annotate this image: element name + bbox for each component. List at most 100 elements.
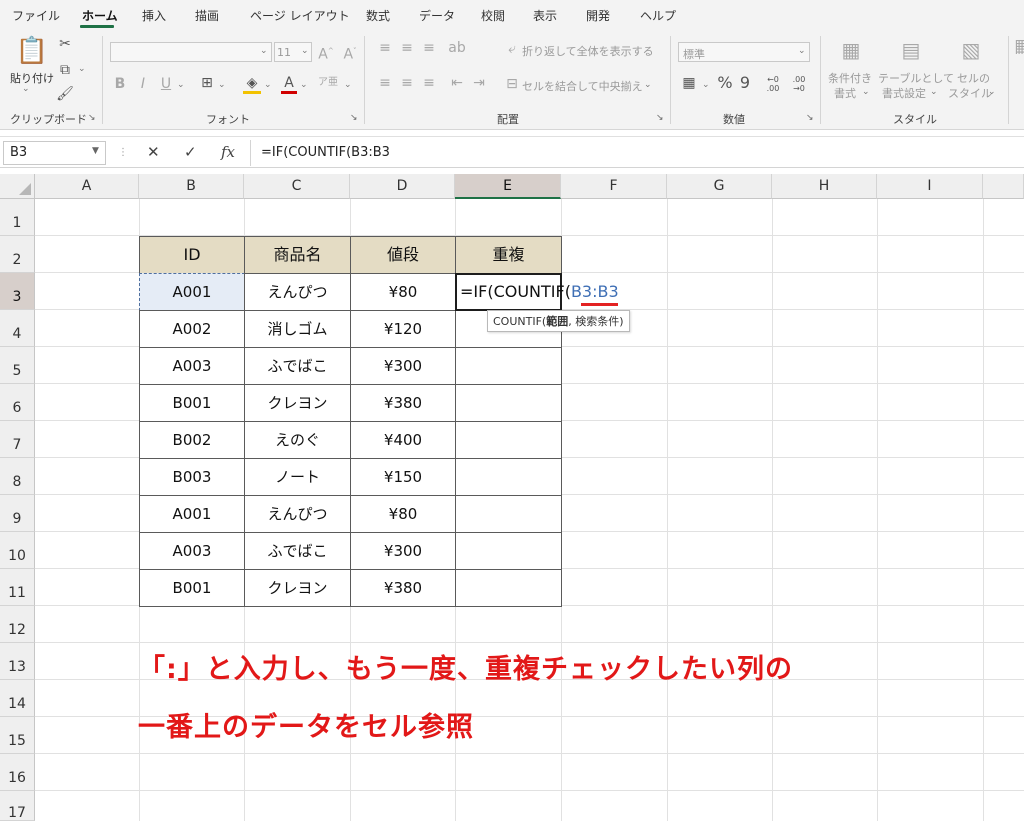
italic-icon[interactable]: I: [135, 76, 151, 92]
table-cell[interactable]: ¥380: [350, 384, 456, 422]
format-as-table-label-2[interactable]: 書式設定: [882, 85, 926, 101]
table-cell[interactable]: えのぐ: [244, 421, 351, 459]
tab-page-layout[interactable]: ページ レイアウト: [250, 7, 350, 24]
table-cell[interactable]: [455, 384, 562, 422]
column-header-a[interactable]: A: [35, 174, 139, 199]
paste-label[interactable]: 貼り付け: [10, 70, 54, 86]
column-header-e[interactable]: E: [455, 174, 561, 199]
cancel-icon[interactable]: ✕: [147, 143, 160, 161]
row-header-5[interactable]: 5: [0, 347, 35, 384]
align-top-icon[interactable]: ≡: [376, 40, 394, 56]
cell-styles-dropdown-icon[interactable]: ⌄: [988, 87, 996, 97]
formula-input[interactable]: =IF(COUNTIF(B3:B3: [250, 140, 1020, 166]
underline-icon[interactable]: U: [158, 76, 174, 92]
table-cell[interactable]: A003: [139, 532, 245, 570]
format-as-table-dropdown-icon[interactable]: ⌄: [930, 87, 938, 97]
table-cell[interactable]: ¥300: [350, 532, 456, 570]
row-header-16[interactable]: 16: [0, 754, 35, 791]
table-cell[interactable]: A002: [139, 310, 245, 348]
tab-data[interactable]: データ: [419, 7, 455, 24]
table-header-duplicate[interactable]: 重複: [455, 236, 562, 274]
font-name-chevron-icon[interactable]: ⌄: [260, 46, 268, 56]
row-header-8[interactable]: 8: [0, 458, 35, 495]
conditional-formatting-label-2[interactable]: 書式: [834, 85, 856, 101]
tab-file[interactable]: ファイル: [12, 7, 60, 24]
table-cell[interactable]: ¥80: [350, 273, 456, 311]
table-cell[interactable]: ¥150: [350, 458, 456, 496]
column-header-g[interactable]: G: [667, 174, 772, 199]
row-header-6[interactable]: 6: [0, 384, 35, 421]
row-header-9[interactable]: 9: [0, 495, 35, 532]
conditional-formatting-dropdown-icon[interactable]: ⌄: [862, 87, 870, 97]
referenced-cell-b3[interactable]: A001: [139, 273, 245, 311]
row-header-1[interactable]: 1: [0, 199, 35, 236]
fill-color-icon[interactable]: ◈: [243, 75, 261, 94]
font-size-chevron-icon[interactable]: ⌄: [301, 46, 309, 56]
copy-dropdown-icon[interactable]: ⌄: [78, 64, 86, 74]
name-box-dropdown-icon[interactable]: ▼: [92, 146, 99, 156]
cell-styles-label-2[interactable]: スタイル: [948, 85, 992, 101]
tab-draw[interactable]: 描画: [195, 7, 219, 24]
fill-color-dropdown-icon[interactable]: ⌄: [264, 80, 272, 90]
align-middle-icon[interactable]: ≡: [398, 40, 416, 56]
table-cell[interactable]: えんぴつ: [244, 495, 351, 533]
table-cell[interactable]: ふでばこ: [244, 347, 351, 385]
tab-help[interactable]: ヘルプ: [640, 7, 676, 24]
clipboard-launcher-icon[interactable]: ↘: [88, 113, 96, 123]
editing-cell-e3[interactable]: =IF(COUNTIF(B3:B3: [455, 273, 619, 311]
cut-icon[interactable]: ✂: [56, 36, 74, 52]
font-color-icon[interactable]: A: [281, 75, 297, 94]
column-header-f[interactable]: F: [561, 174, 667, 199]
row-header-10[interactable]: 10: [0, 532, 35, 569]
increase-decimal-icon[interactable]: ←0.00: [764, 75, 782, 93]
table-cell[interactable]: ノート: [244, 458, 351, 496]
table-cell[interactable]: ¥300: [350, 347, 456, 385]
table-header-product[interactable]: 商品名: [244, 236, 351, 274]
format-as-table-icon[interactable]: ▤: [898, 38, 924, 62]
table-cell[interactable]: [455, 347, 562, 385]
accounting-dropdown-icon[interactable]: ⌄: [702, 80, 710, 90]
copy-icon[interactable]: ⧉: [56, 62, 74, 78]
insert-cells-icon[interactable]: ▦: [1014, 38, 1024, 54]
number-launcher-icon[interactable]: ↘: [806, 113, 814, 123]
alignment-launcher-icon[interactable]: ↘: [656, 113, 664, 123]
table-header-price[interactable]: 値段: [350, 236, 456, 274]
tab-formulas[interactable]: 数式: [366, 7, 390, 24]
row-header-2[interactable]: 2: [0, 236, 35, 273]
format-as-table-label[interactable]: テーブルとして: [878, 70, 954, 86]
row-header-14[interactable]: 14: [0, 680, 35, 717]
accounting-format-icon[interactable]: ▦: [680, 75, 698, 91]
phonetic-dropdown-icon[interactable]: ⌄: [344, 80, 352, 90]
decrease-indent-icon[interactable]: ⇤: [448, 75, 466, 91]
tab-review[interactable]: 校閲: [481, 7, 505, 24]
table-cell[interactable]: ¥120: [350, 310, 456, 348]
table-cell[interactable]: ふでばこ: [244, 532, 351, 570]
cell-styles-label[interactable]: セルの: [957, 70, 990, 86]
paste-icon[interactable]: 📋: [14, 36, 50, 66]
tab-view[interactable]: 表示: [533, 7, 557, 24]
borders-icon[interactable]: ⊞: [198, 75, 216, 91]
row-header-13[interactable]: 13: [0, 643, 35, 680]
table-cell[interactable]: クレヨン: [244, 569, 351, 607]
align-center-icon[interactable]: ≡: [398, 75, 416, 91]
table-cell[interactable]: 消しゴム: [244, 310, 351, 348]
phonetic-icon[interactable]: ア亜: [318, 75, 338, 91]
table-cell[interactable]: えんぴつ: [244, 273, 351, 311]
paste-dropdown-icon[interactable]: ⌄: [22, 84, 30, 94]
tab-developer[interactable]: 開発: [586, 7, 610, 24]
percent-style-icon[interactable]: %: [716, 75, 734, 91]
column-header-c[interactable]: C: [244, 174, 350, 199]
table-cell[interactable]: [455, 458, 562, 496]
table-cell[interactable]: [455, 495, 562, 533]
decrease-decimal-icon[interactable]: .00 →0: [790, 75, 808, 93]
column-header-h[interactable]: H: [772, 174, 877, 199]
table-header-id[interactable]: ID: [139, 236, 245, 274]
table-cell[interactable]: A003: [139, 347, 245, 385]
enter-icon[interactable]: ✓: [184, 143, 197, 161]
select-all-button[interactable]: [0, 174, 35, 199]
align-bottom-icon[interactable]: ≡: [420, 40, 438, 56]
insert-function-icon[interactable]: fx: [221, 143, 235, 161]
row-header-12[interactable]: 12: [0, 606, 35, 643]
table-cell[interactable]: B002: [139, 421, 245, 459]
row-header-15[interactable]: 15: [0, 717, 35, 754]
